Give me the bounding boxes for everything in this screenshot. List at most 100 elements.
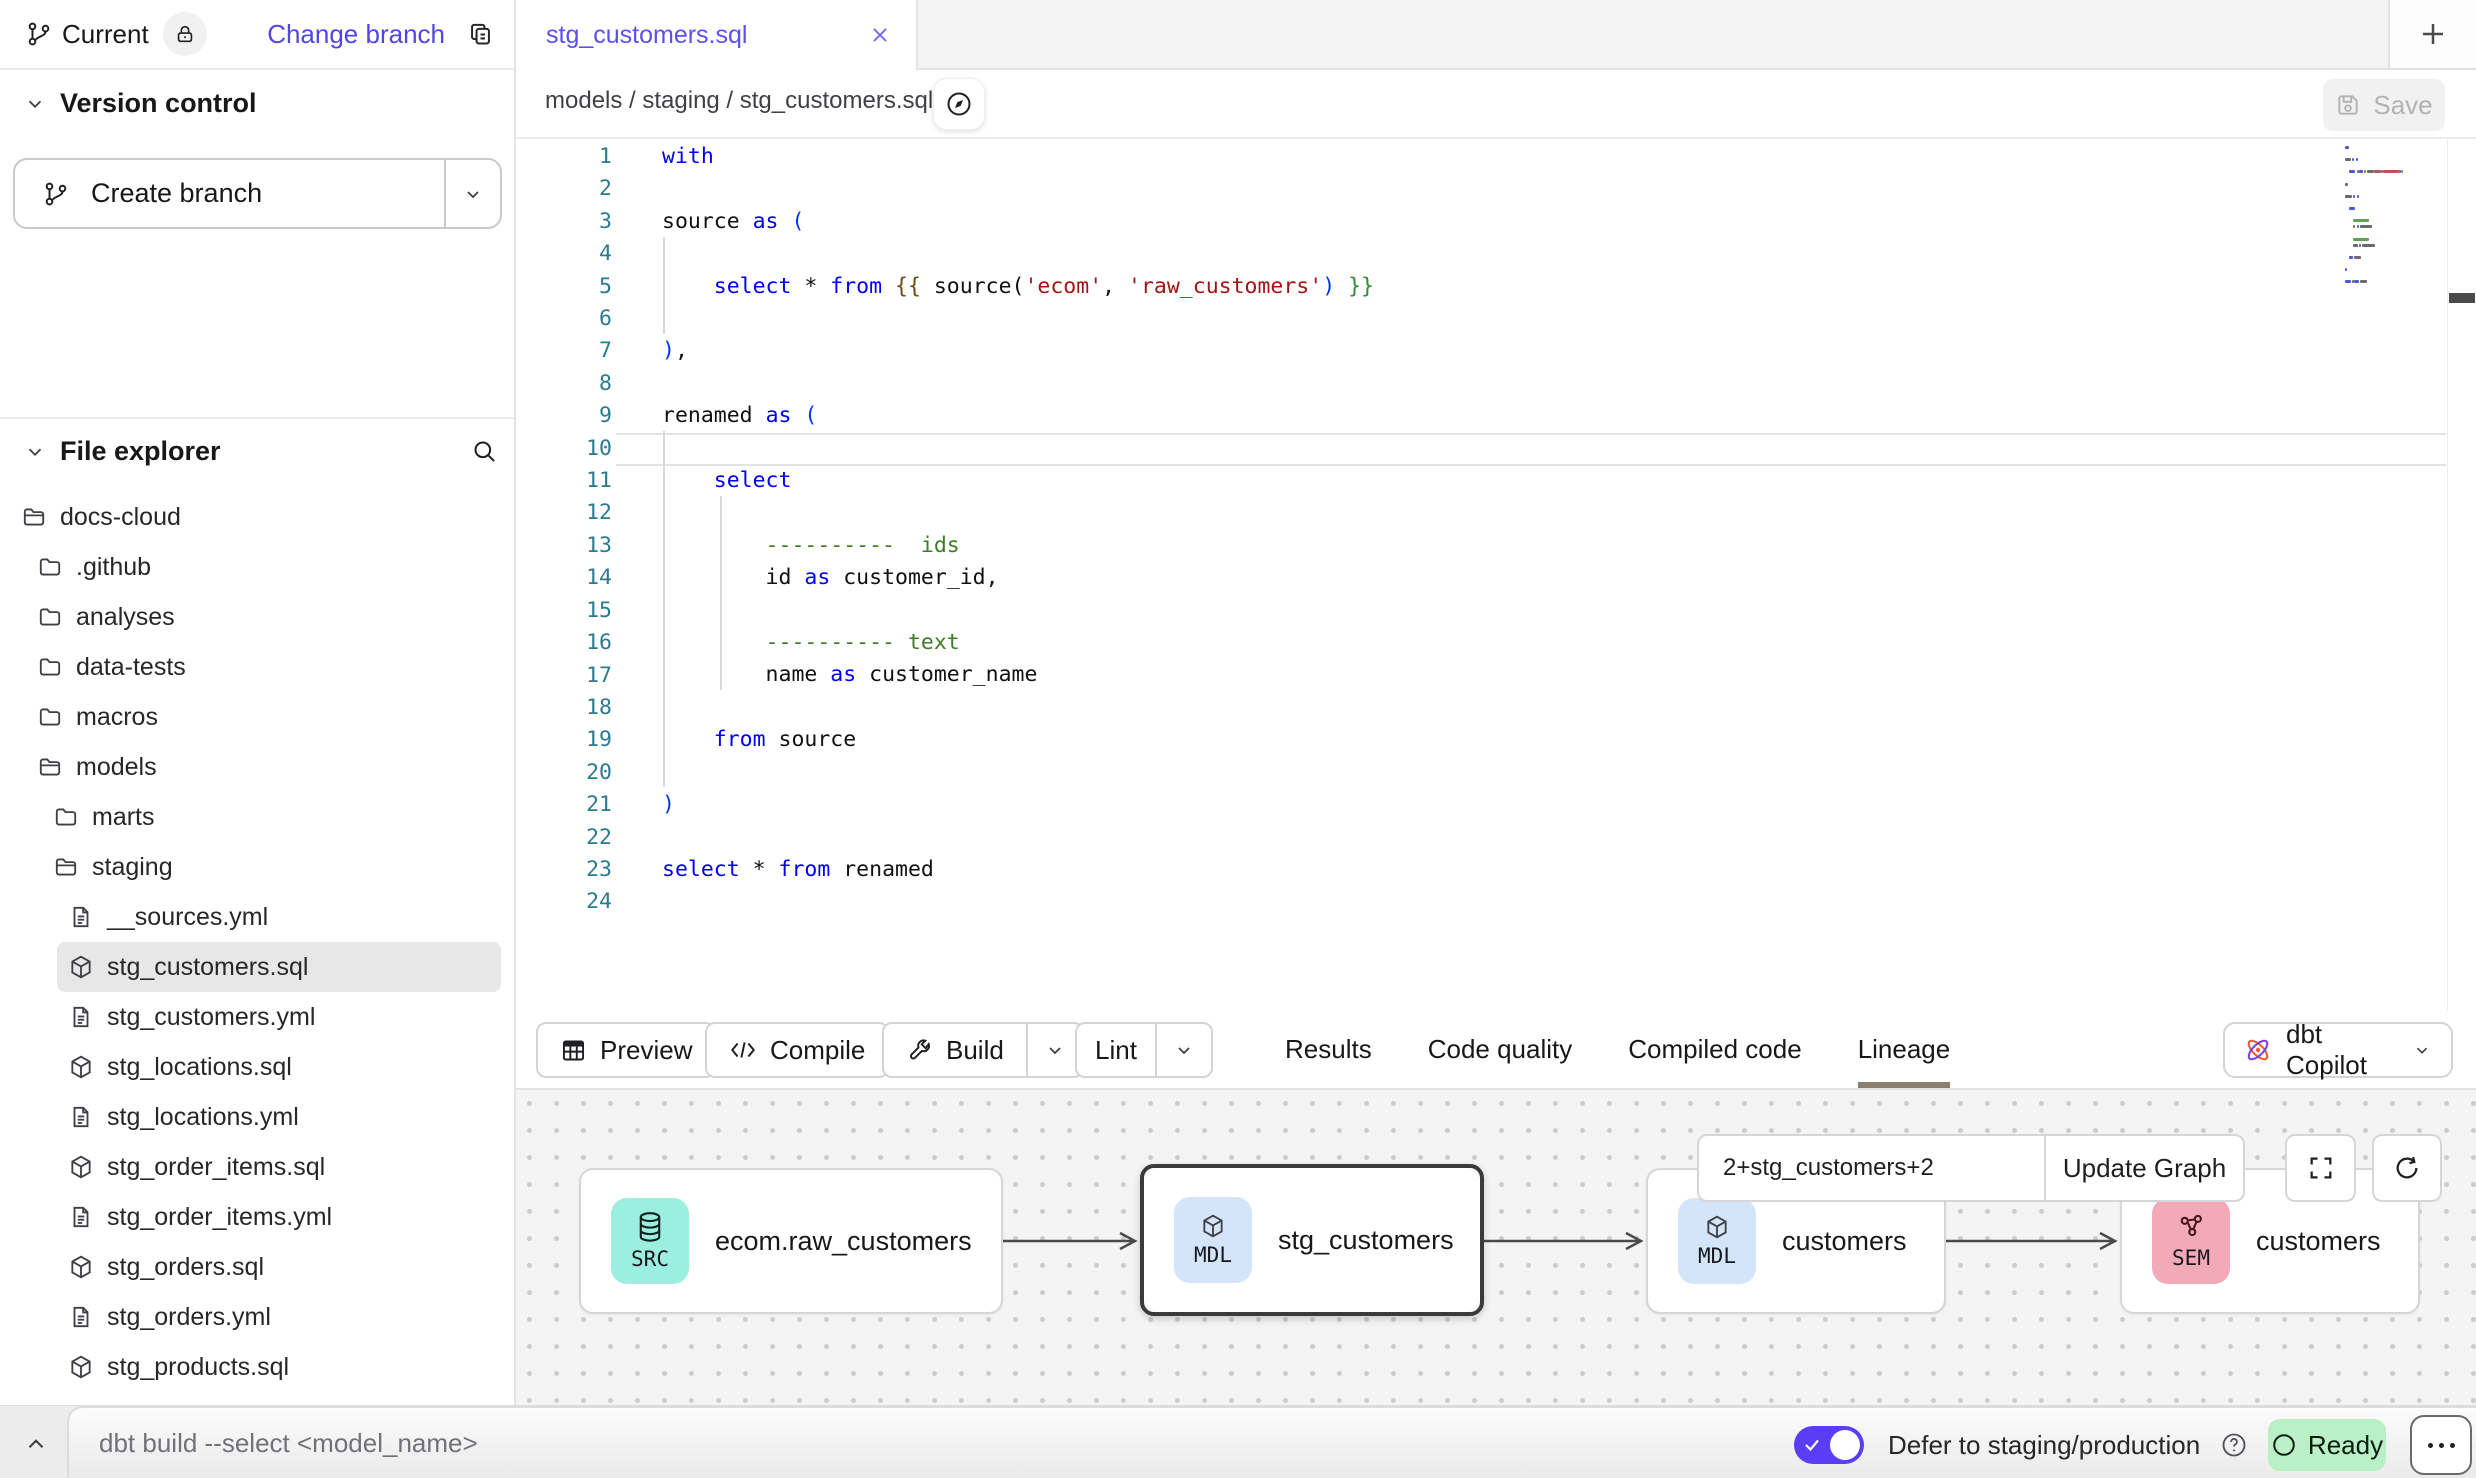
node-label: ecom.raw_customers	[715, 1226, 972, 1257]
pane-tab-code-quality[interactable]: Code quality	[1428, 1010, 1573, 1088]
code-line-4[interactable]	[662, 238, 2346, 270]
tree-item-label: .github	[76, 553, 151, 582]
more-options-button[interactable]	[2410, 1415, 2472, 1475]
code-line-15[interactable]	[662, 594, 2346, 626]
code-line-2[interactable]	[662, 173, 2346, 205]
tree-item-docs-cloud[interactable]: docs-cloud	[10, 492, 501, 542]
help-icon[interactable]	[2220, 1431, 2248, 1459]
chevron-down-icon	[461, 182, 485, 206]
tree-item-stg-orders-sql[interactable]: stg_orders.sql	[57, 1242, 501, 1292]
tree-item-stg-locations-sql[interactable]: stg_locations.sql	[57, 1042, 501, 1092]
preview-button[interactable]: Preview	[536, 1022, 716, 1078]
create-branch-dropdown[interactable]	[446, 160, 500, 227]
tab-label: stg_customers.sql	[546, 21, 747, 50]
line-number: 11	[516, 465, 612, 497]
lint-button[interactable]: Lint	[1075, 1022, 1213, 1078]
code-line-3[interactable]: source as (	[662, 206, 2346, 238]
save-button[interactable]: Save	[2323, 79, 2445, 131]
node-label: customers	[1782, 1226, 1907, 1257]
code-line-6[interactable]	[662, 303, 2346, 335]
tree-item--sources-yml[interactable]: __sources.yml	[57, 892, 501, 942]
tree-item-analyses[interactable]: analyses	[26, 592, 501, 642]
code-line-19[interactable]: from source	[662, 724, 2346, 756]
tree-item-stg-orders-yml[interactable]: stg_orders.yml	[57, 1292, 501, 1342]
new-tab-button[interactable]	[2388, 0, 2476, 68]
search-icon[interactable]	[471, 438, 498, 465]
lineage-graph[interactable]: SRCecom.raw_customersMDLstg_customersMDL…	[516, 1090, 2476, 1405]
pane-tab-results[interactable]: Results	[1285, 1010, 1372, 1088]
code-line-13[interactable]: ---------- ids	[662, 530, 2346, 562]
scrollbar-thumb[interactable]	[2449, 293, 2475, 303]
code-line-22[interactable]	[662, 821, 2346, 853]
tree-item--github[interactable]: .github	[26, 542, 501, 592]
lineage-selector-input[interactable]: 2+stg_customers+2	[1699, 1136, 2044, 1200]
code-line-17[interactable]: name as customer_name	[662, 659, 2346, 691]
refresh-button[interactable]	[2372, 1134, 2442, 1202]
change-branch-link[interactable]: Change branch	[267, 19, 445, 50]
line-number: 2	[516, 173, 612, 205]
ready-status-button[interactable]: Ready	[2268, 1419, 2386, 1471]
cube-icon	[68, 1254, 94, 1280]
tree-item-macros[interactable]: macros	[26, 692, 501, 742]
file-icon	[68, 1104, 94, 1130]
code-line-21[interactable]: )	[662, 789, 2346, 821]
tree-item-stg-locations-yml[interactable]: stg_locations.yml	[57, 1092, 501, 1142]
tree-item-stg-order-items-yml[interactable]: stg_order_items.yml	[57, 1192, 501, 1242]
tree-item-stg-products-sql[interactable]: stg_products.sql	[57, 1342, 501, 1392]
tree-item-label: stg_locations.sql	[107, 1053, 292, 1082]
code-content[interactable]: with source as ( select * from {{ source(…	[662, 141, 2346, 918]
code-line-12[interactable]	[662, 497, 2346, 529]
code-line-20[interactable]	[662, 756, 2346, 788]
lineage-node-stg-customers[interactable]: MDLstg_customers	[1140, 1164, 1484, 1316]
version-control-header[interactable]: Version control	[24, 88, 257, 119]
file-icon	[68, 1204, 94, 1230]
build-dropdown[interactable]	[1028, 1024, 1082, 1076]
file-explorer-header[interactable]: File explorer	[24, 436, 498, 467]
pane-tab-compiled-code[interactable]: Compiled code	[1628, 1010, 1801, 1088]
command-input-panel[interactable]: dbt build --select <model_name> Defer to…	[67, 1406, 2476, 1478]
compile-button[interactable]: Compile	[705, 1022, 889, 1078]
code-line-11[interactable]: select	[662, 465, 2346, 497]
copy-icon[interactable]	[467, 21, 494, 48]
tree-item-stg-order-items-sql[interactable]: stg_order_items.sql	[57, 1142, 501, 1192]
minimap[interactable]	[2345, 146, 2445, 296]
build-button[interactable]: Build	[882, 1022, 1084, 1078]
docs-explore-button[interactable]	[933, 78, 985, 130]
tree-item-data-tests[interactable]: data-tests	[26, 642, 501, 692]
pane-tab-lineage[interactable]: Lineage	[1858, 1010, 1951, 1088]
line-number: 8	[516, 368, 612, 400]
tree-item-label: stg_locations.yml	[107, 1103, 299, 1132]
fullscreen-button[interactable]	[2285, 1134, 2356, 1202]
tab-stg-customers-sql[interactable]: stg_customers.sql	[516, 0, 918, 70]
code-line-14[interactable]: id as customer_id,	[662, 562, 2346, 594]
tree-item-staging[interactable]: staging	[42, 842, 501, 892]
defer-toggle[interactable]	[1794, 1426, 1864, 1464]
update-graph-button[interactable]: Update Graph	[2046, 1136, 2243, 1200]
code-line-9[interactable]: renamed as (	[662, 400, 2346, 432]
command-input[interactable]: dbt build --select <model_name>	[99, 1428, 478, 1459]
dbt-copilot-button[interactable]: dbt Copilot	[2223, 1022, 2453, 1078]
tree-item-marts[interactable]: marts	[42, 792, 501, 842]
line-number: 15	[516, 595, 612, 627]
code-line-8[interactable]	[662, 368, 2346, 400]
file-icon	[68, 904, 94, 930]
expand-command-bar-button[interactable]	[16, 1426, 56, 1462]
tree-item-stg-customers-sql[interactable]: stg_customers.sql	[57, 942, 501, 992]
code-line-5[interactable]: select * from {{ source('ecom', 'raw_cus…	[662, 271, 2346, 303]
lineage-node-ecom-raw-customers[interactable]: SRCecom.raw_customers	[579, 1168, 1003, 1314]
close-icon[interactable]	[868, 23, 892, 47]
tree-item-stg-customers-yml[interactable]: stg_customers.yml	[57, 992, 501, 1042]
code-line-7[interactable]: ),	[662, 335, 2346, 367]
code-line-23[interactable]: select * from renamed	[662, 854, 2346, 886]
code-editor[interactable]: 123456789101112131415161718192021222324 …	[516, 139, 2476, 1010]
code-line-10[interactable]	[662, 433, 2346, 465]
code-line-16[interactable]: ---------- text	[662, 627, 2346, 659]
code-line-24[interactable]	[662, 886, 2346, 918]
code-line-1[interactable]: with	[662, 141, 2346, 173]
code-line-18[interactable]	[662, 692, 2346, 724]
create-branch-button[interactable]: Create branch	[13, 158, 502, 229]
lint-dropdown[interactable]	[1157, 1024, 1211, 1076]
tree-item-models[interactable]: models	[26, 742, 501, 792]
branch-bar: Current Change branch	[0, 0, 514, 70]
tree-item-label: stg_order_items.sql	[107, 1153, 325, 1182]
